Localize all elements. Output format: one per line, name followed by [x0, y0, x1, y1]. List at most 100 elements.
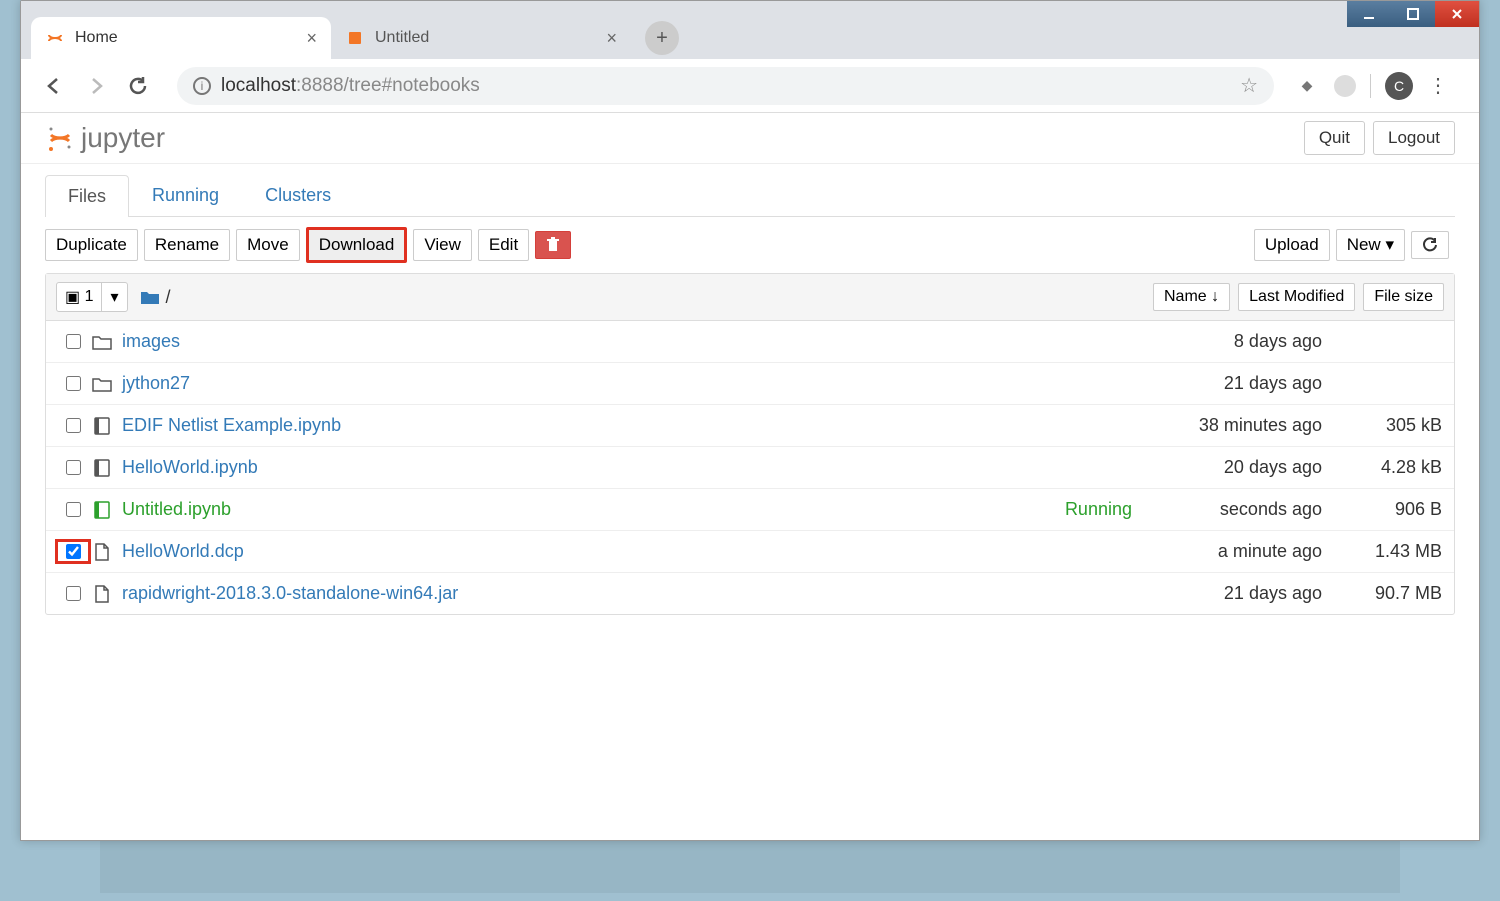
- size-text: 90.7 MB: [1322, 583, 1442, 604]
- row-checkbox[interactable]: [66, 334, 81, 349]
- refresh-button[interactable]: [1411, 231, 1449, 259]
- notebook-favicon-icon: [345, 28, 365, 48]
- row-checkbox-wrap: [58, 460, 88, 475]
- back-button[interactable]: [37, 69, 71, 103]
- file-row: Untitled.ipynb Running seconds ago906 B: [46, 488, 1454, 530]
- forward-button[interactable]: [79, 69, 113, 103]
- tab-clusters[interactable]: Clusters: [242, 174, 354, 216]
- file-row: jython27 21 days ago: [46, 362, 1454, 404]
- extension-icon-2[interactable]: [1334, 75, 1356, 97]
- download-button[interactable]: Download: [306, 227, 408, 263]
- row-checkbox[interactable]: [66, 418, 81, 433]
- window-close-button[interactable]: [1435, 1, 1479, 27]
- browser-menu-button[interactable]: ⋮: [1421, 69, 1455, 103]
- file-link[interactable]: jython27: [122, 373, 190, 394]
- reload-button[interactable]: [121, 69, 155, 103]
- selected-count: 1: [85, 288, 94, 306]
- edit-button[interactable]: Edit: [478, 229, 529, 261]
- notebook-icon: [88, 459, 116, 477]
- extension-icon-1[interactable]: ◆: [1296, 75, 1318, 97]
- jupyter-logo[interactable]: jupyter: [45, 122, 165, 154]
- jupyter-logo-icon: [45, 123, 75, 153]
- size-text: 1.43 MB: [1322, 541, 1442, 562]
- duplicate-button[interactable]: Duplicate: [45, 229, 138, 261]
- file-link[interactable]: HelloWorld.dcp: [122, 541, 244, 562]
- tab-close-icon[interactable]: ×: [606, 28, 617, 49]
- row-checkbox[interactable]: [66, 460, 81, 475]
- row-checkbox[interactable]: [66, 376, 81, 391]
- row-checkbox-wrap: [58, 586, 88, 601]
- file-list: ▣ 1 ▾ / Name ↓ Last Modified File size i…: [45, 273, 1455, 615]
- modified-text: a minute ago: [1142, 541, 1322, 562]
- running-status: Running: [1065, 499, 1132, 520]
- file-link[interactable]: Untitled.ipynb: [122, 499, 231, 520]
- move-button[interactable]: Move: [236, 229, 300, 261]
- sort-name-button[interactable]: Name ↓: [1153, 283, 1230, 311]
- address-bar[interactable]: i localhost:8888/tree#notebooks ☆: [177, 67, 1274, 105]
- browser-tab-untitled[interactable]: Untitled ×: [331, 17, 631, 59]
- caret-down-icon: ▾: [1385, 235, 1394, 254]
- modified-text: 20 days ago: [1142, 457, 1322, 478]
- row-checkbox[interactable]: [66, 586, 81, 601]
- rename-button[interactable]: Rename: [144, 229, 230, 261]
- separator: [1370, 74, 1371, 98]
- refresh-icon: [1422, 237, 1438, 253]
- file-icon: [88, 585, 116, 603]
- folder-icon: [88, 376, 116, 392]
- row-checkbox-wrap: [58, 376, 88, 391]
- folder-icon: [88, 334, 116, 350]
- file-row: images 8 days ago: [46, 321, 1454, 362]
- file-link[interactable]: HelloWorld.ipynb: [122, 457, 258, 478]
- jupyter-header: jupyter Quit Logout: [21, 113, 1479, 164]
- row-checkbox[interactable]: [66, 502, 81, 517]
- caret-down-icon: ▾: [110, 287, 118, 307]
- row-checkbox[interactable]: [66, 544, 81, 559]
- bookmark-star-icon[interactable]: ☆: [1240, 73, 1258, 98]
- folder-icon: [140, 289, 160, 305]
- size-text: 906 B: [1322, 499, 1442, 520]
- window-minimize-button[interactable]: [1347, 1, 1391, 27]
- list-header: ▣ 1 ▾ / Name ↓ Last Modified File size: [46, 274, 1454, 321]
- profile-avatar[interactable]: C: [1385, 72, 1413, 100]
- size-text: 305 kB: [1322, 415, 1442, 436]
- file-link[interactable]: images: [122, 331, 180, 352]
- file-link[interactable]: rapidwright-2018.3.0-standalone-win64.ja…: [122, 583, 458, 604]
- file-row: HelloWorld.dcp a minute ago1.43 MB: [46, 530, 1454, 572]
- window-titlebar: [1347, 1, 1479, 27]
- file-row: rapidwright-2018.3.0-standalone-win64.ja…: [46, 572, 1454, 614]
- row-checkbox-wrap: [58, 502, 88, 517]
- select-dropdown[interactable]: ▾: [101, 283, 126, 311]
- breadcrumb[interactable]: /: [140, 287, 171, 308]
- window-maximize-button[interactable]: [1391, 1, 1435, 27]
- logo-text: jupyter: [81, 122, 165, 154]
- notebook-icon: [88, 417, 116, 435]
- modified-text: 38 minutes ago: [1142, 415, 1322, 436]
- tab-title: Untitled: [375, 29, 429, 47]
- file-icon: [88, 543, 116, 561]
- tab-running[interactable]: Running: [129, 174, 242, 216]
- upload-button[interactable]: Upload: [1254, 229, 1330, 261]
- row-checkbox-wrap: [58, 542, 88, 561]
- browser-toolbar: i localhost:8888/tree#notebooks ☆ ◆ C ⋮: [21, 59, 1479, 113]
- quit-button[interactable]: Quit: [1304, 121, 1365, 155]
- file-link[interactable]: EDIF Netlist Example.ipynb: [122, 415, 341, 436]
- sort-size-button[interactable]: File size: [1363, 283, 1444, 311]
- logout-button[interactable]: Logout: [1373, 121, 1455, 155]
- new-dropdown-button[interactable]: New ▾: [1336, 229, 1405, 261]
- modified-text: 8 days ago: [1142, 331, 1322, 352]
- jupyter-favicon-icon: [45, 28, 65, 48]
- dashboard-tabs: Files Running Clusters: [45, 174, 1455, 217]
- tab-files[interactable]: Files: [45, 175, 129, 217]
- view-button[interactable]: View: [413, 229, 472, 261]
- site-info-icon[interactable]: i: [193, 77, 211, 95]
- browser-tab-home[interactable]: Home ×: [31, 17, 331, 59]
- modified-text: 21 days ago: [1142, 583, 1322, 604]
- delete-button[interactable]: [535, 231, 571, 259]
- modified-text: 21 days ago: [1142, 373, 1322, 394]
- new-tab-button[interactable]: +: [645, 21, 679, 55]
- modified-text: seconds ago: [1142, 499, 1322, 520]
- row-checkbox-wrap: [58, 334, 88, 349]
- select-all-group[interactable]: ▣ 1 ▾: [56, 282, 128, 312]
- tab-close-icon[interactable]: ×: [306, 28, 317, 49]
- sort-modified-button[interactable]: Last Modified: [1238, 283, 1355, 311]
